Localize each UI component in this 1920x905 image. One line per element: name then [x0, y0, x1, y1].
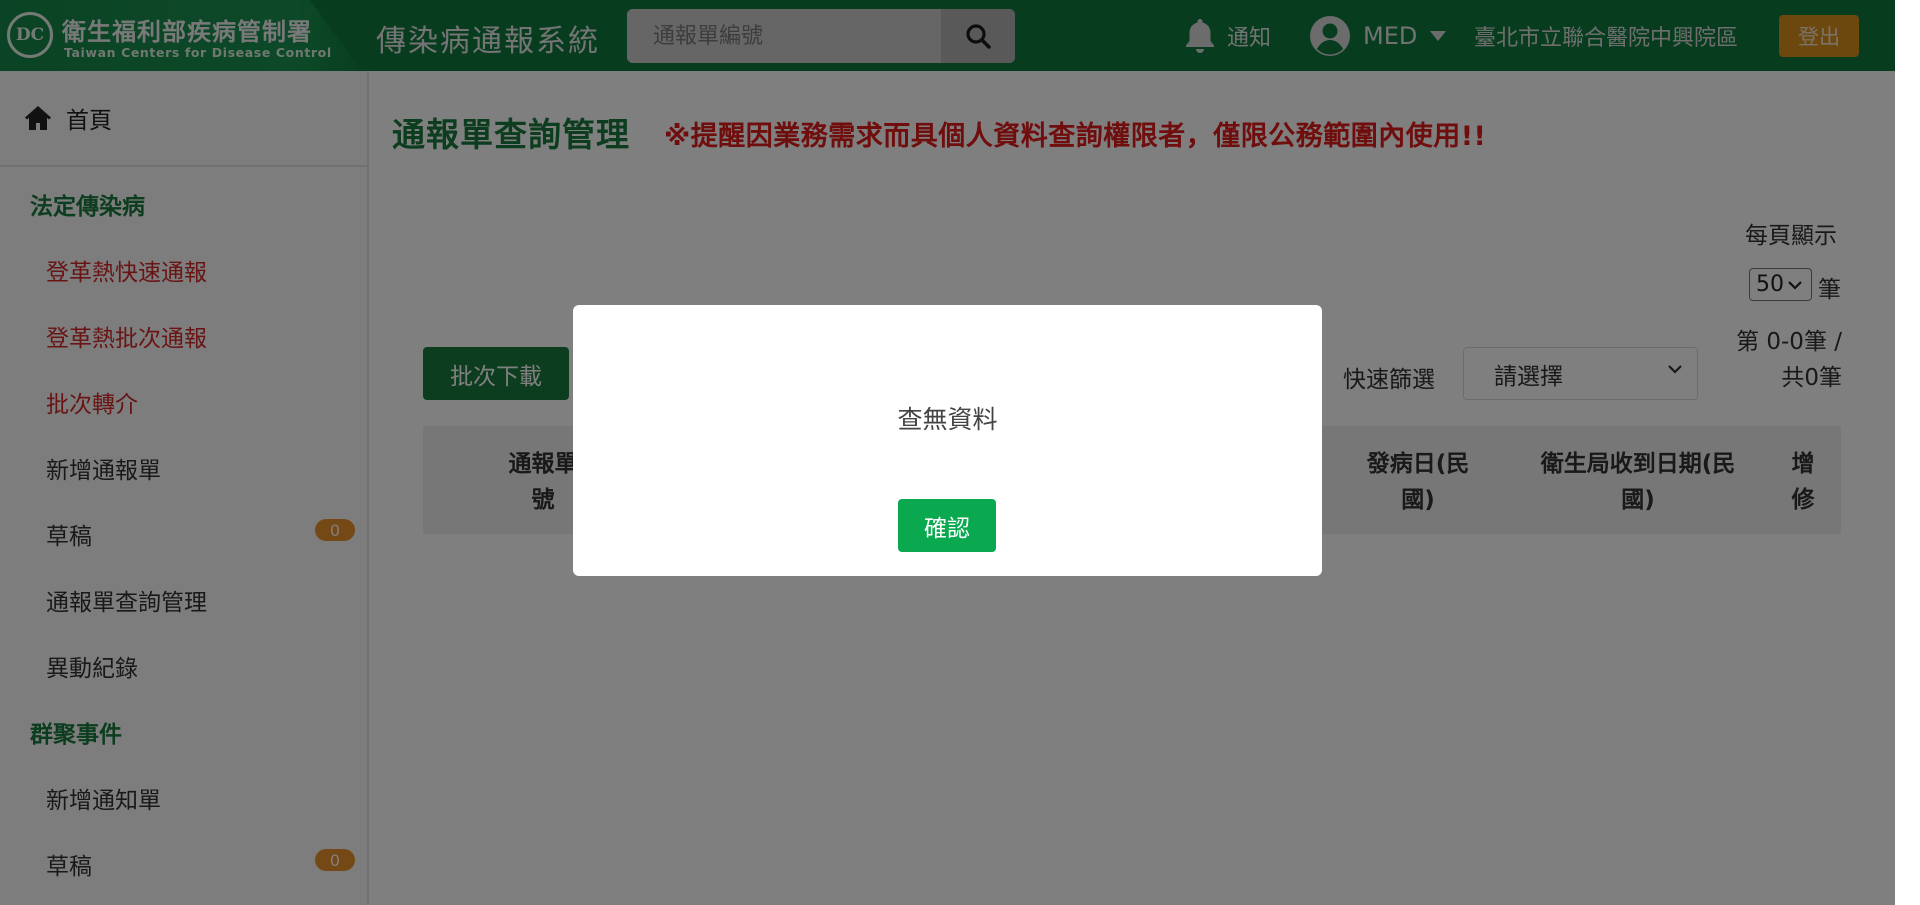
confirm-button[interactable]: 確認: [898, 499, 996, 552]
page-scrollbar[interactable]: [1895, 0, 1920, 905]
dialog-message: 查無資料: [897, 405, 998, 434]
no-data-dialog: 查無資料 確認: [573, 305, 1322, 576]
